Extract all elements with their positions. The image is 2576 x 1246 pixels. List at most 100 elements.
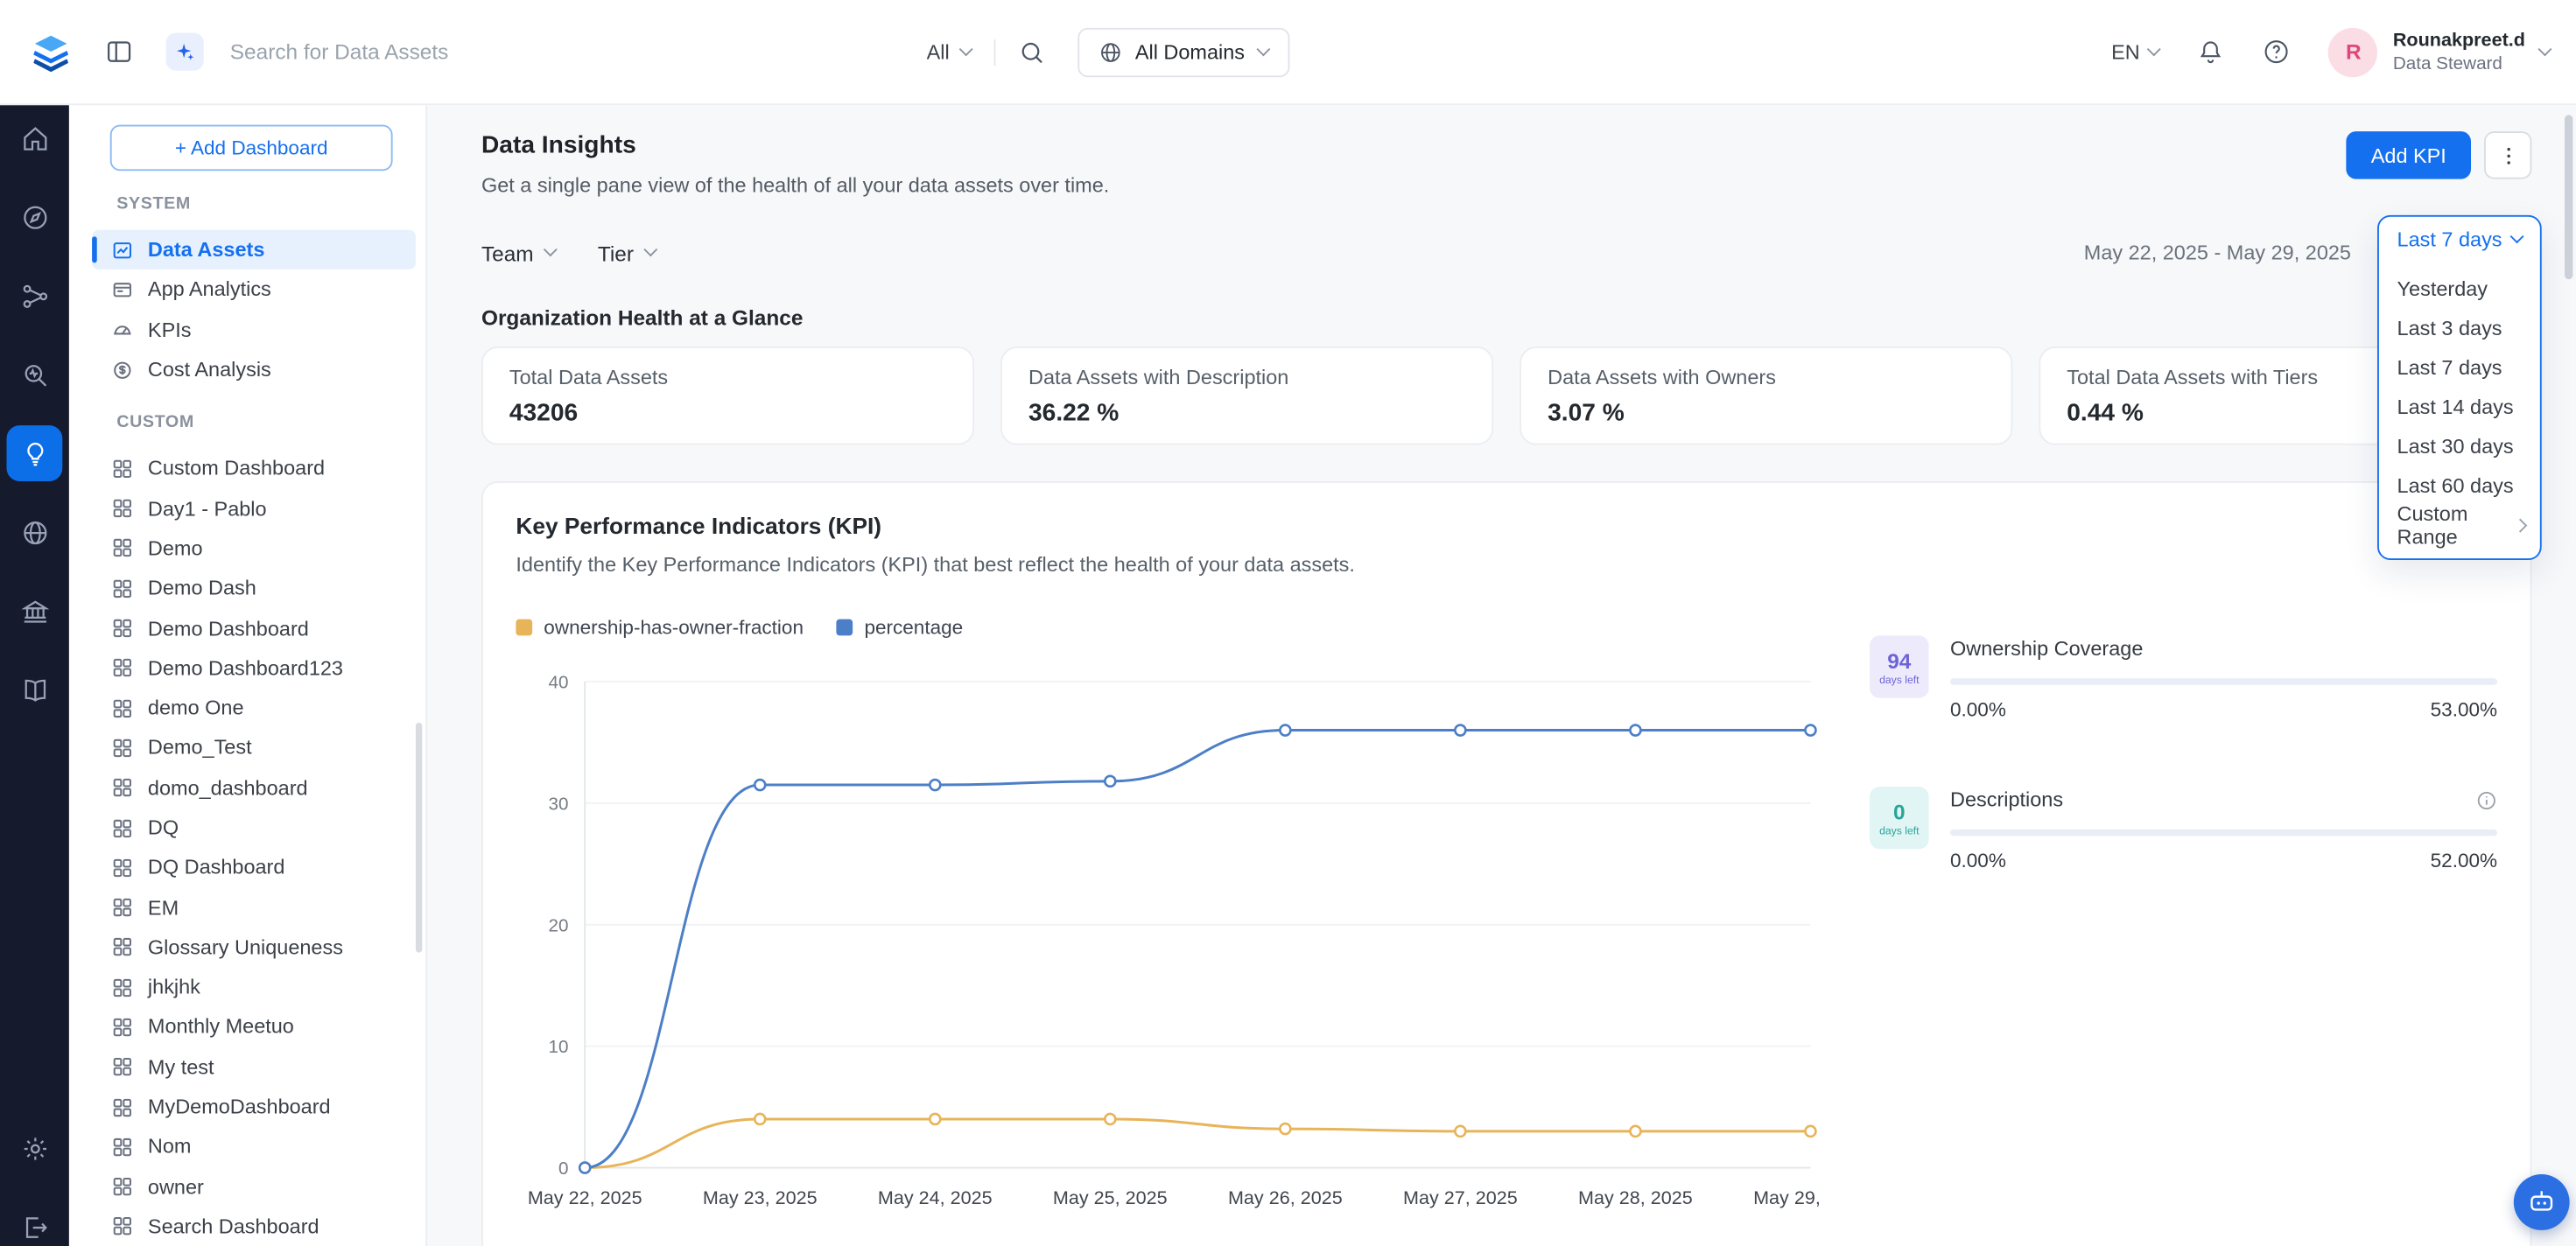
kpi-chart: 010203040May 22, 2025May 23, 2025May 24,… [516,648,1823,1223]
header-actions: Add KPI [2347,131,2532,178]
dashboard-grid-icon [112,498,133,519]
chevron-down-icon [2148,41,2162,55]
glance-cards: Total Data Assets 43206 Data Assets with… [481,346,2531,445]
tier-filter-dropdown[interactable]: Tier [598,241,656,265]
sidebar-section-custom: CUSTOM [69,389,425,445]
chevron-down-icon [2538,41,2552,55]
add-dashboard-button[interactable]: + Add Dashboard [110,125,393,172]
ai-assistant-icon[interactable] [166,33,204,71]
topbar-right: EN R Rounak [2111,27,2553,76]
glance-card-value: 36.22 % [1028,399,1465,427]
sidebar-item-data-assets[interactable]: Data Assets [92,230,416,270]
sidebar-item-custom-dashboard[interactable]: Glossary Uniqueness [92,928,416,968]
home-icon[interactable] [7,110,63,166]
search-icon[interactable] [1019,38,1045,65]
sidebar-item-custom-dashboard[interactable]: Demo [92,528,416,569]
govern-bank-icon[interactable] [7,583,63,639]
sidebar-item-custom-dashboard[interactable]: MyDemoDashboard [92,1087,416,1127]
sidebar-item-custom-dashboard[interactable]: EM [92,887,416,928]
dashboard-grid-icon [112,618,133,639]
add-kpi-button[interactable]: Add KPI [2347,131,2471,178]
search-scope-dropdown[interactable]: All [927,40,972,63]
sidebar-item-custom-dashboard[interactable]: Demo Dashboard123 [92,648,416,689]
sidebar-item-custom-dashboard[interactable]: demo One [92,688,416,728]
sidebar-item-custom-dashboard[interactable]: DQ Dashboard [92,848,416,888]
sidebar-item-custom-dashboard[interactable]: domo_dashboard [92,768,416,808]
observability-icon[interactable] [7,346,63,402]
glance-card-value: 3.07 % [1548,399,1984,427]
sidebar-collapse-icon[interactable] [105,38,133,66]
language-label: EN [2111,40,2140,63]
domains-globe-icon[interactable] [7,504,63,560]
sidebar-item-custom-dashboard[interactable]: Demo Dash [92,569,416,609]
kebab-menu-button[interactable] [2484,131,2531,178]
chevron-down-icon [543,242,557,256]
sidebar-item-custom-dashboard[interactable]: Custom Dashboard [92,449,416,489]
sidebar-item-app-analytics[interactable]: App Analytics [92,270,416,310]
range-option-label: Last 3 days [2397,317,2502,340]
sidebar-item-custom-dashboard[interactable]: Demo Dashboard [92,608,416,648]
search-input[interactable] [230,39,904,64]
explore-compass-icon[interactable] [7,189,63,245]
sidebar-item-custom-dashboard[interactable]: Demo_Test [92,728,416,768]
sidebar-item-custom-dashboard[interactable]: DQ [92,808,416,848]
settings-gear-icon[interactable] [7,1120,63,1176]
sidebar-item-label: Search Dashboard [148,1215,319,1238]
dashboard-grid-icon [112,817,133,838]
legend-swatch [837,620,853,636]
sidebar-item-cost-analysis[interactable]: Cost Analysis [92,350,416,390]
sidebar-item-kpis[interactable]: KPIs [92,310,416,350]
days-left-badge: 0 days left [1870,787,1929,849]
rail-bottom [0,1120,69,1246]
notifications-bell-icon[interactable] [2197,38,2225,66]
domains-dropdown[interactable]: All Domains [1077,27,1289,76]
range-option[interactable]: Custom Range [2379,506,2540,545]
date-range-trigger[interactable]: Last 7 days [2379,217,2540,262]
kpi-gauge-icon [112,319,133,340]
chat-assistant-button[interactable] [2514,1174,2570,1230]
dashboard-grid-icon [112,697,133,718]
range-option[interactable]: Last 30 days [2379,427,2540,466]
user-menu[interactable]: R Rounakpreet.d Data Steward [2329,27,2550,76]
lineage-graph-icon[interactable] [7,268,63,324]
language-dropdown[interactable]: EN [2111,40,2159,63]
sidebar-item-custom-dashboard[interactable]: owner [92,1167,416,1208]
sidebar-item-custom-dashboard[interactable]: Monthly Meetuo [92,1007,416,1047]
days-left-badge: 94 days left [1870,635,1929,697]
insights-lightbulb-icon[interactable] [7,425,63,481]
legend-item[interactable]: ownership-has-owner-fraction [516,616,804,639]
range-option[interactable]: Last 3 days [2379,309,2540,348]
range-option[interactable]: Last 60 days [2379,466,2540,506]
kpi-section-subtitle: Identify the Key Performance Indicators … [516,554,2497,577]
legend-item[interactable]: percentage [837,616,964,639]
main-scrollbar[interactable] [2565,115,2572,279]
svg-text:May 25, 2025: May 25, 2025 [1053,1186,1168,1208]
range-option[interactable]: Yesterday [2379,270,2540,309]
sidebar-item-custom-dashboard[interactable]: jhkjhk [92,968,416,1008]
sidebar-item-label: jhkjhk [148,976,200,998]
sidebar-scrollbar[interactable] [416,723,423,953]
date-range-text: May 22, 2025 - May 29, 2025 [2084,242,2351,264]
sidebar-item-custom-dashboard[interactable]: My test [92,1047,416,1088]
app-analytics-icon [112,279,133,300]
app-logo-icon[interactable] [26,27,75,76]
logout-icon[interactable] [7,1199,63,1246]
range-option[interactable]: Last 7 days [2379,348,2540,388]
team-filter-dropdown[interactable]: Team [481,241,555,265]
sidebar-item-custom-dashboard[interactable]: Search Dashboard [92,1207,416,1246]
sidebar-item-custom-dashboard[interactable]: Day1 - Pablo [92,488,416,528]
dashboard-grid-icon [112,857,133,878]
kpi-progress-label: Ownership Coverage [1950,637,2143,660]
svg-text:30: 30 [548,794,568,814]
sidebar-item-label: Demo Dashboard123 [148,656,343,679]
help-icon[interactable] [2264,38,2292,66]
app-window: All All Domains EN [0,0,2576,1246]
dashboard-grid-icon [112,1176,133,1197]
sidebar-item-custom-dashboard[interactable]: Nom [92,1127,416,1167]
glossary-book-icon[interactable] [7,662,63,718]
kpi-progress-row: 94 days left Ownership Coverage 0.00% 53… [1870,635,2497,721]
range-option[interactable]: Last 14 days [2379,388,2540,427]
days-left-value: 0 [1893,799,1906,823]
info-icon[interactable] [2476,789,2497,810]
kpi-progress-panel: 94 days left Ownership Coverage 0.00% 53… [1870,616,2497,1223]
